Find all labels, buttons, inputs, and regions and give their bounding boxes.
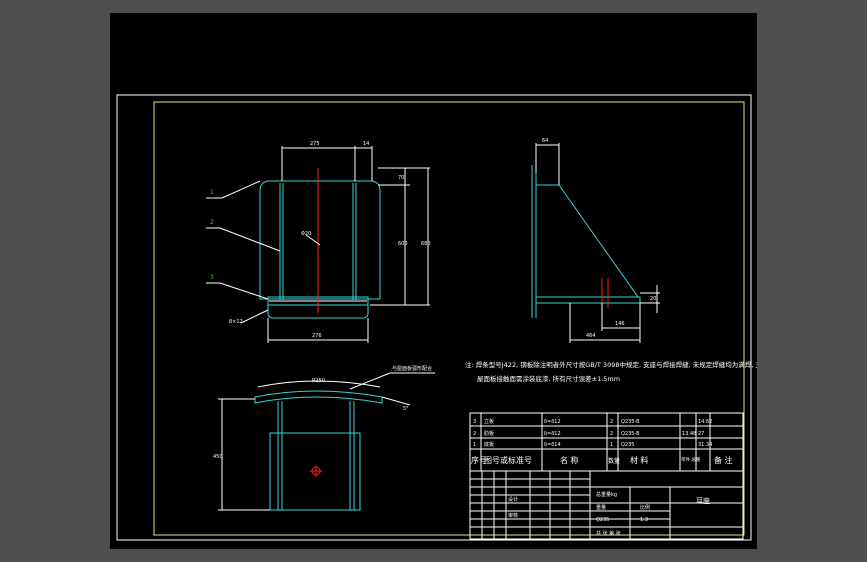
note-line-2: 屋面板接触面需涂装底漆, 所有尺寸误差±1.5mm <box>477 374 620 383</box>
front-dim-right-small: 70 <box>398 175 404 181</box>
part-marker-2: 2 <box>210 219 214 226</box>
bom-header-name: 名 称 <box>560 455 579 465</box>
plan-dim-arc: R250 <box>312 378 325 384</box>
front-label-center: Φ20 <box>301 231 311 237</box>
plan-label-leader: 与屋面板弧形配合 <box>392 365 432 372</box>
tb-outer <box>469 470 744 540</box>
bom-row3-no: 3 <box>473 419 476 425</box>
bom-row2-qty: 2 <box>610 431 613 437</box>
bom-row2-no: 2 <box>473 431 476 437</box>
plan-angle-line <box>381 396 411 406</box>
bom-header-remark: 备 注 <box>714 455 733 465</box>
front-label-bottom-left: 8×12 <box>229 319 243 325</box>
drawing-svg: 275 14 70 600 680 276 Φ20 8×12 1 2 3 64 … <box>116 94 757 541</box>
bom-row3-qty: 2 <box>610 419 613 425</box>
part-marker-3: 3 <box>210 274 214 281</box>
tb-scale-label: 比例 <box>640 504 650 511</box>
tb-material-cell: Q235 <box>596 517 609 523</box>
bom-row3-name: 立板 <box>484 418 494 425</box>
front-dim-bottom: 276 <box>312 333 322 339</box>
bom-row3-material: Q235-B <box>621 419 640 425</box>
tb-weight-label: 重量 <box>596 504 606 511</box>
bom-header-material: 材 料 <box>630 455 649 465</box>
bom-row2-total-weight: 27 <box>698 431 704 437</box>
plan-dim-left: 450 <box>213 454 223 460</box>
bom-table: 3 立板 δ=δ12 2 Q235-B 14.62 2 肋板 δ=δ12 2 Q… <box>469 412 744 472</box>
part-leader-2b <box>219 227 281 252</box>
tb-checker: 审核 <box>508 512 518 519</box>
note-line-1: 注: 焊条型号J422, 钢板除注明者外尺寸按GB/T 3098中规定, 支座与… <box>465 360 757 369</box>
bom-row3-total-weight: 14.62 <box>698 419 712 425</box>
tb-scale-value: 1:3 <box>640 517 648 523</box>
front-dim-top-left: 275 <box>310 141 320 147</box>
plan-saddle <box>254 390 383 404</box>
bom-row1-name: 底板 <box>484 441 494 448</box>
tb-drawing-number: 总重量kg <box>596 491 617 498</box>
bom-row3-spec: δ=δ12 <box>544 419 561 425</box>
side-base-plate <box>535 296 641 304</box>
side-dim-top: 64 <box>542 138 548 144</box>
side-view: 64 20 146 464 <box>531 138 660 343</box>
front-hole-leader2 <box>240 309 269 324</box>
side-dim-right: 20 <box>650 296 656 302</box>
cad-viewport[interactable]: 275 14 70 600 680 276 Φ20 8×12 1 2 3 64 … <box>0 0 867 562</box>
drawing-canvas[interactable]: 275 14 70 600 680 276 Φ20 8×12 1 2 3 64 … <box>110 13 757 549</box>
part-leader-1b <box>221 180 261 199</box>
sheet-border <box>116 94 752 541</box>
bom-row2-unit-weight: 13.48 <box>682 431 696 437</box>
bom-row2-name: 肋板 <box>484 430 494 437</box>
part-marker-1: 1 <box>210 189 214 196</box>
bom-row2-material: Q235-B <box>621 431 640 437</box>
bom-row1-no: 1 <box>473 442 476 448</box>
plan-view: R250 与屋面板弧形配合 5° 450 <box>213 365 435 511</box>
tb-designer: 设计 <box>508 496 518 503</box>
front-dim-right-total: 680 <box>421 241 431 247</box>
bom-header-weight: 单件 总重 <box>681 456 701 463</box>
plan-leader <box>349 372 391 390</box>
side-dim-bottom-inner: 146 <box>615 321 625 327</box>
bom-row2-spec: δ=δ12 <box>544 431 561 437</box>
front-view: 275 14 70 600 680 276 Φ20 8×12 1 2 3 <box>206 141 431 343</box>
bom-row1-total-weight: 31.34 <box>698 442 712 448</box>
bom-row1-material: Q235 <box>621 442 634 448</box>
tb-sheet-label: 共 张 第 张 <box>596 530 621 537</box>
bom-row1-spec: δ=δ14 <box>544 442 561 448</box>
bom-header-code: 图号或标准号 <box>484 455 532 465</box>
side-rib-hyp <box>558 184 639 298</box>
front-dim-right-mid: 600 <box>398 241 408 247</box>
bom-header-qty: 数量 <box>608 457 620 465</box>
front-dim-top-right: 14 <box>363 141 369 147</box>
title-block: 设计 审核 总重量kg 重量 比例 Q235 1:3 共 张 第 张 耳座 <box>469 470 744 540</box>
front-outline <box>259 180 381 300</box>
plan-dim-angle: 5° <box>403 406 409 412</box>
side-dim-bottom: 464 <box>586 333 596 339</box>
part-leader-3b <box>219 282 269 300</box>
bom-row1-qty: 1 <box>610 442 613 448</box>
tb-title: 耳座 <box>696 496 710 505</box>
